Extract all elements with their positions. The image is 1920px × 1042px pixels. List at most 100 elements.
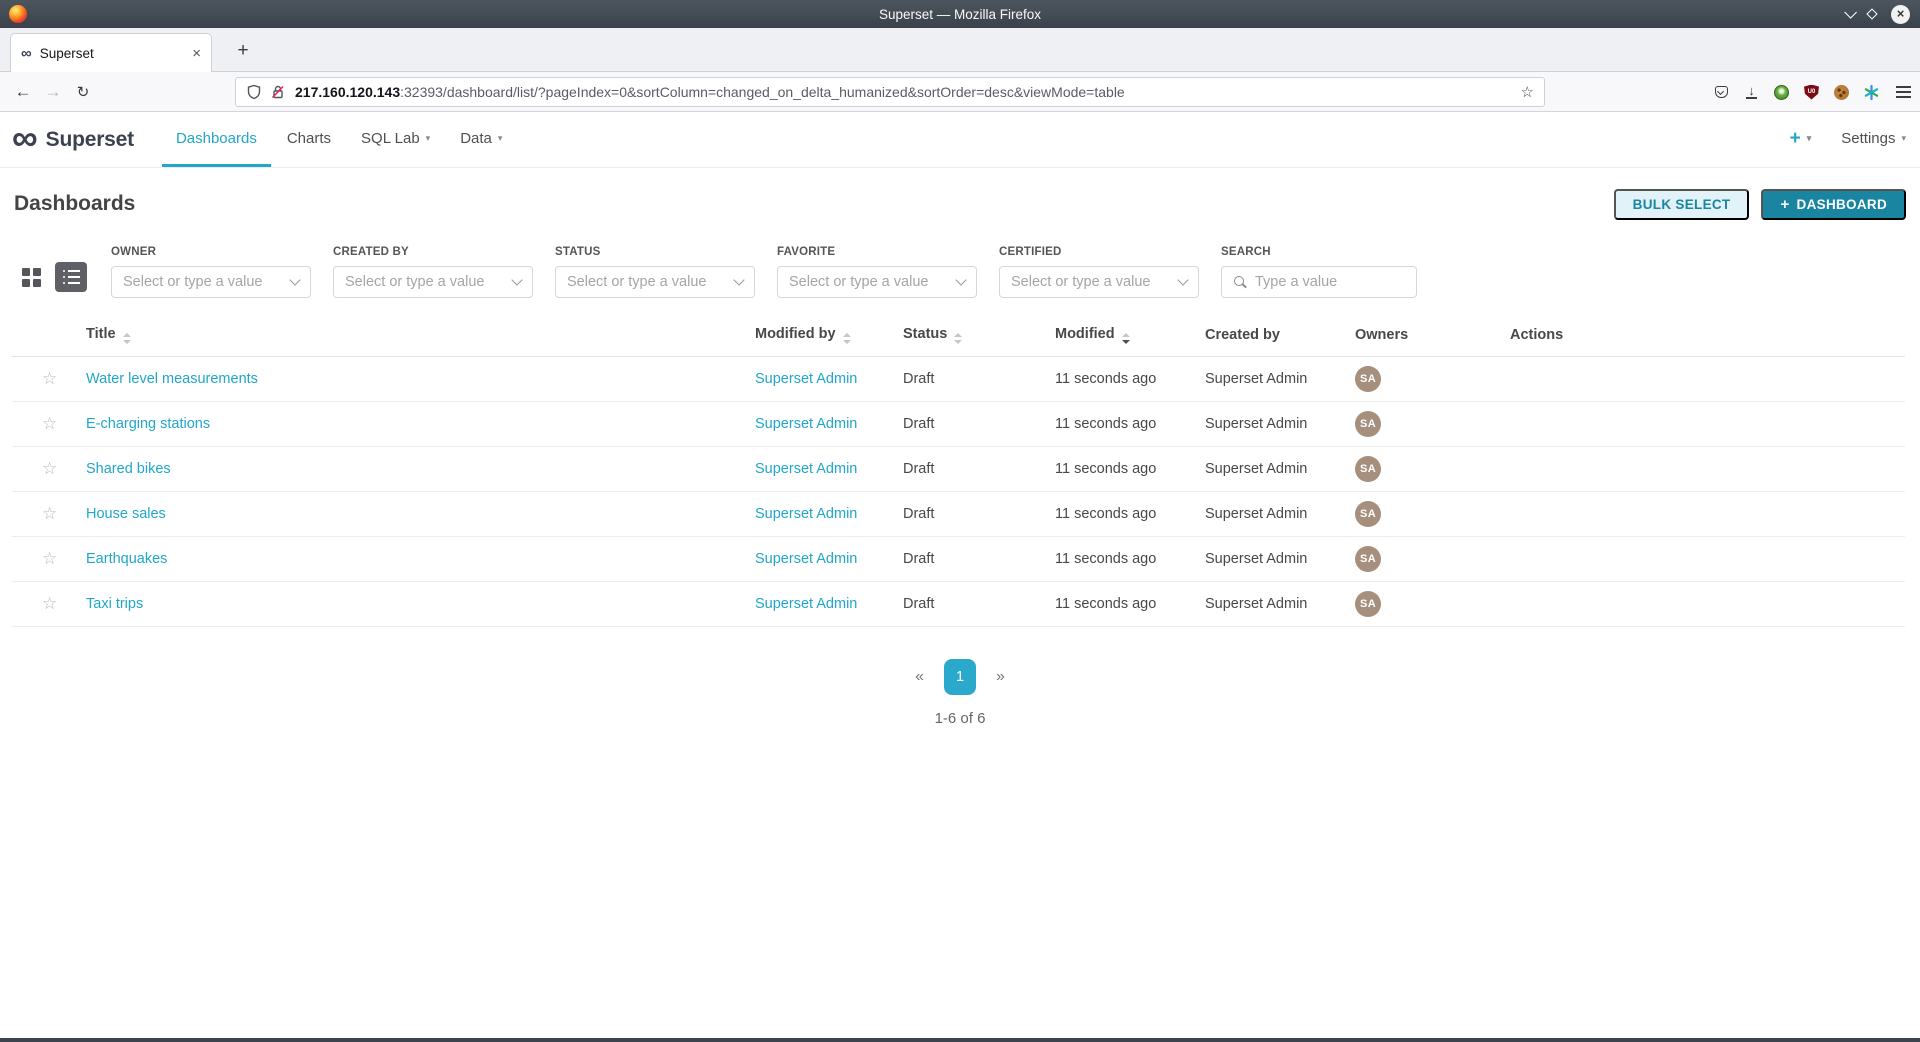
modified-by-link[interactable]: Superset Admin	[755, 551, 857, 567]
privacy-badger-icon[interactable]	[1773, 84, 1790, 101]
column-header-modified[interactable]: Modified	[1055, 314, 1205, 356]
column-header-title[interactable]: Title	[86, 314, 755, 356]
pocket-icon[interactable]	[1713, 84, 1730, 101]
superset-logo[interactable]: ∞ Superset	[12, 112, 134, 167]
dashboard-title-link[interactable]: E-charging stations	[86, 416, 210, 432]
dashboard-title-link[interactable]: House sales	[86, 506, 166, 522]
plus-icon: +	[1780, 196, 1789, 213]
certified-select-input[interactable]	[1011, 274, 1179, 290]
nav-item-data[interactable]: Data▾	[446, 112, 516, 167]
modified-by-link[interactable]: Superset Admin	[755, 416, 857, 432]
window-maximize-icon[interactable]	[1866, 8, 1877, 19]
owner-avatar[interactable]: SA	[1355, 501, 1381, 527]
favorite-star-icon[interactable]: ☆	[42, 594, 57, 613]
asterisk-extension-icon[interactable]	[1863, 84, 1880, 101]
forward-button[interactable]: →	[38, 77, 68, 107]
column-header-status[interactable]: Status	[903, 314, 1055, 356]
status-select[interactable]	[555, 266, 755, 298]
dashboard-row: ☆ Taxi trips Superset Admin Draft 11 sec…	[12, 581, 1905, 626]
next-page-button[interactable]: »	[996, 668, 1005, 686]
nav-item-charts[interactable]: Charts	[273, 112, 345, 167]
url-path: :32393/dashboard/list/?pageIndex=0&sortC…	[400, 84, 1125, 100]
favorite-star-icon[interactable]: ☆	[42, 414, 57, 433]
created-by-select-input[interactable]	[345, 274, 513, 290]
filter-label: STATUS	[555, 246, 755, 258]
sort-icon[interactable]	[954, 333, 962, 344]
header-star-spacer	[12, 314, 86, 356]
new-item-menu[interactable]: +▾	[1790, 128, 1812, 150]
chevron-down-icon	[1177, 274, 1188, 285]
owner-avatar[interactable]: SA	[1355, 591, 1381, 617]
actions-cell	[1510, 491, 1905, 536]
dashboard-title-link[interactable]: Taxi trips	[86, 596, 143, 612]
status-text: Draft	[903, 596, 934, 612]
card-view-icon[interactable]	[22, 268, 41, 287]
table-header-row: Title Modified by Status Modified Create…	[12, 314, 1905, 356]
tab-close-icon[interactable]: ×	[192, 45, 201, 62]
dashboard-title-link[interactable]: Water level measurements	[86, 371, 258, 387]
back-button[interactable]: ←	[8, 77, 38, 107]
owner-avatar[interactable]: SA	[1355, 546, 1381, 572]
menu-hamburger-icon[interactable]	[1895, 84, 1912, 101]
favorite-star-icon[interactable]: ☆	[42, 369, 57, 388]
status-text: Draft	[903, 506, 934, 522]
new-tab-button[interactable]: +	[228, 36, 258, 66]
reload-button[interactable]: ↻	[68, 77, 98, 107]
dashboard-row: ☆ Water level measurements Superset Admi…	[12, 356, 1905, 401]
downloads-icon[interactable]: ↓	[1743, 84, 1760, 101]
shield-icon[interactable]	[246, 84, 262, 100]
filter-status: STATUS	[555, 246, 755, 298]
nav-item-dashboards[interactable]: Dashboards	[162, 112, 271, 167]
dashboard-row: ☆ E-charging stations Superset Admin Dra…	[12, 401, 1905, 446]
bulk-select-button[interactable]: BULK SELECT	[1614, 189, 1750, 220]
dashboard-title-link[interactable]: Earthquakes	[86, 551, 167, 567]
chevron-down-icon: ▾	[1807, 133, 1812, 144]
dashboards-table: Title Modified by Status Modified Create…	[12, 314, 1905, 627]
created-by-text: Superset Admin	[1205, 551, 1307, 567]
sort-icon[interactable]	[123, 333, 131, 344]
favorite-select[interactable]	[777, 266, 977, 298]
search-input[interactable]	[1255, 274, 1405, 290]
owner-avatar[interactable]: SA	[1355, 456, 1381, 482]
modified-by-link[interactable]: Superset Admin	[755, 596, 857, 612]
created-by-select[interactable]	[333, 266, 533, 298]
list-view-icon[interactable]	[55, 262, 87, 292]
column-header-owners: Owners	[1355, 314, 1510, 356]
owner-select[interactable]	[111, 266, 311, 298]
status-text: Draft	[903, 461, 934, 477]
favorite-star-icon[interactable]: ☆	[42, 459, 57, 478]
window-close-icon[interactable]: ×	[1891, 5, 1910, 24]
url-bar[interactable]: 217.160.120.143:32393/dashboard/list/?pa…	[235, 77, 1545, 107]
cookie-extension-icon[interactable]	[1833, 84, 1850, 101]
filter-label: CERTIFIED	[999, 246, 1199, 258]
page-1-button[interactable]: 1	[944, 659, 976, 695]
modified-time-text: 11 seconds ago	[1055, 461, 1156, 477]
modified-by-link[interactable]: Superset Admin	[755, 371, 857, 387]
browser-tab[interactable]: ∞ Superset ×	[10, 33, 212, 72]
modified-by-link[interactable]: Superset Admin	[755, 461, 857, 477]
settings-menu[interactable]: Settings▾	[1841, 130, 1906, 147]
owner-select-input[interactable]	[123, 274, 291, 290]
previous-page-button[interactable]: «	[915, 668, 924, 686]
new-dashboard-button[interactable]: +DASHBOARD	[1761, 189, 1906, 220]
bookmark-star-icon[interactable]: ☆	[1521, 83, 1534, 101]
insecure-lock-icon[interactable]	[270, 84, 286, 100]
modified-by-link[interactable]: Superset Admin	[755, 506, 857, 522]
favorite-star-icon[interactable]: ☆	[42, 549, 57, 568]
sort-desc-icon[interactable]	[1122, 333, 1130, 344]
modified-time-text: 11 seconds ago	[1055, 416, 1156, 432]
certified-select[interactable]	[999, 266, 1199, 298]
column-header-modified-by[interactable]: Modified by	[755, 314, 903, 356]
owner-avatar[interactable]: SA	[1355, 411, 1381, 437]
search-box[interactable]	[1221, 266, 1417, 298]
favorite-select-input[interactable]	[789, 274, 957, 290]
nav-item-sql-lab[interactable]: SQL Lab▾	[347, 112, 444, 167]
window-minimize-icon[interactable]	[1844, 6, 1857, 19]
favorite-star-icon[interactable]: ☆	[42, 504, 57, 523]
sort-icon[interactable]	[843, 333, 851, 344]
dashboard-title-link[interactable]: Shared bikes	[86, 461, 171, 477]
column-header-created-by: Created by	[1205, 314, 1355, 356]
owner-avatar[interactable]: SA	[1355, 366, 1381, 392]
ublock-origin-icon[interactable]: U0	[1803, 84, 1820, 101]
status-select-input[interactable]	[567, 274, 735, 290]
